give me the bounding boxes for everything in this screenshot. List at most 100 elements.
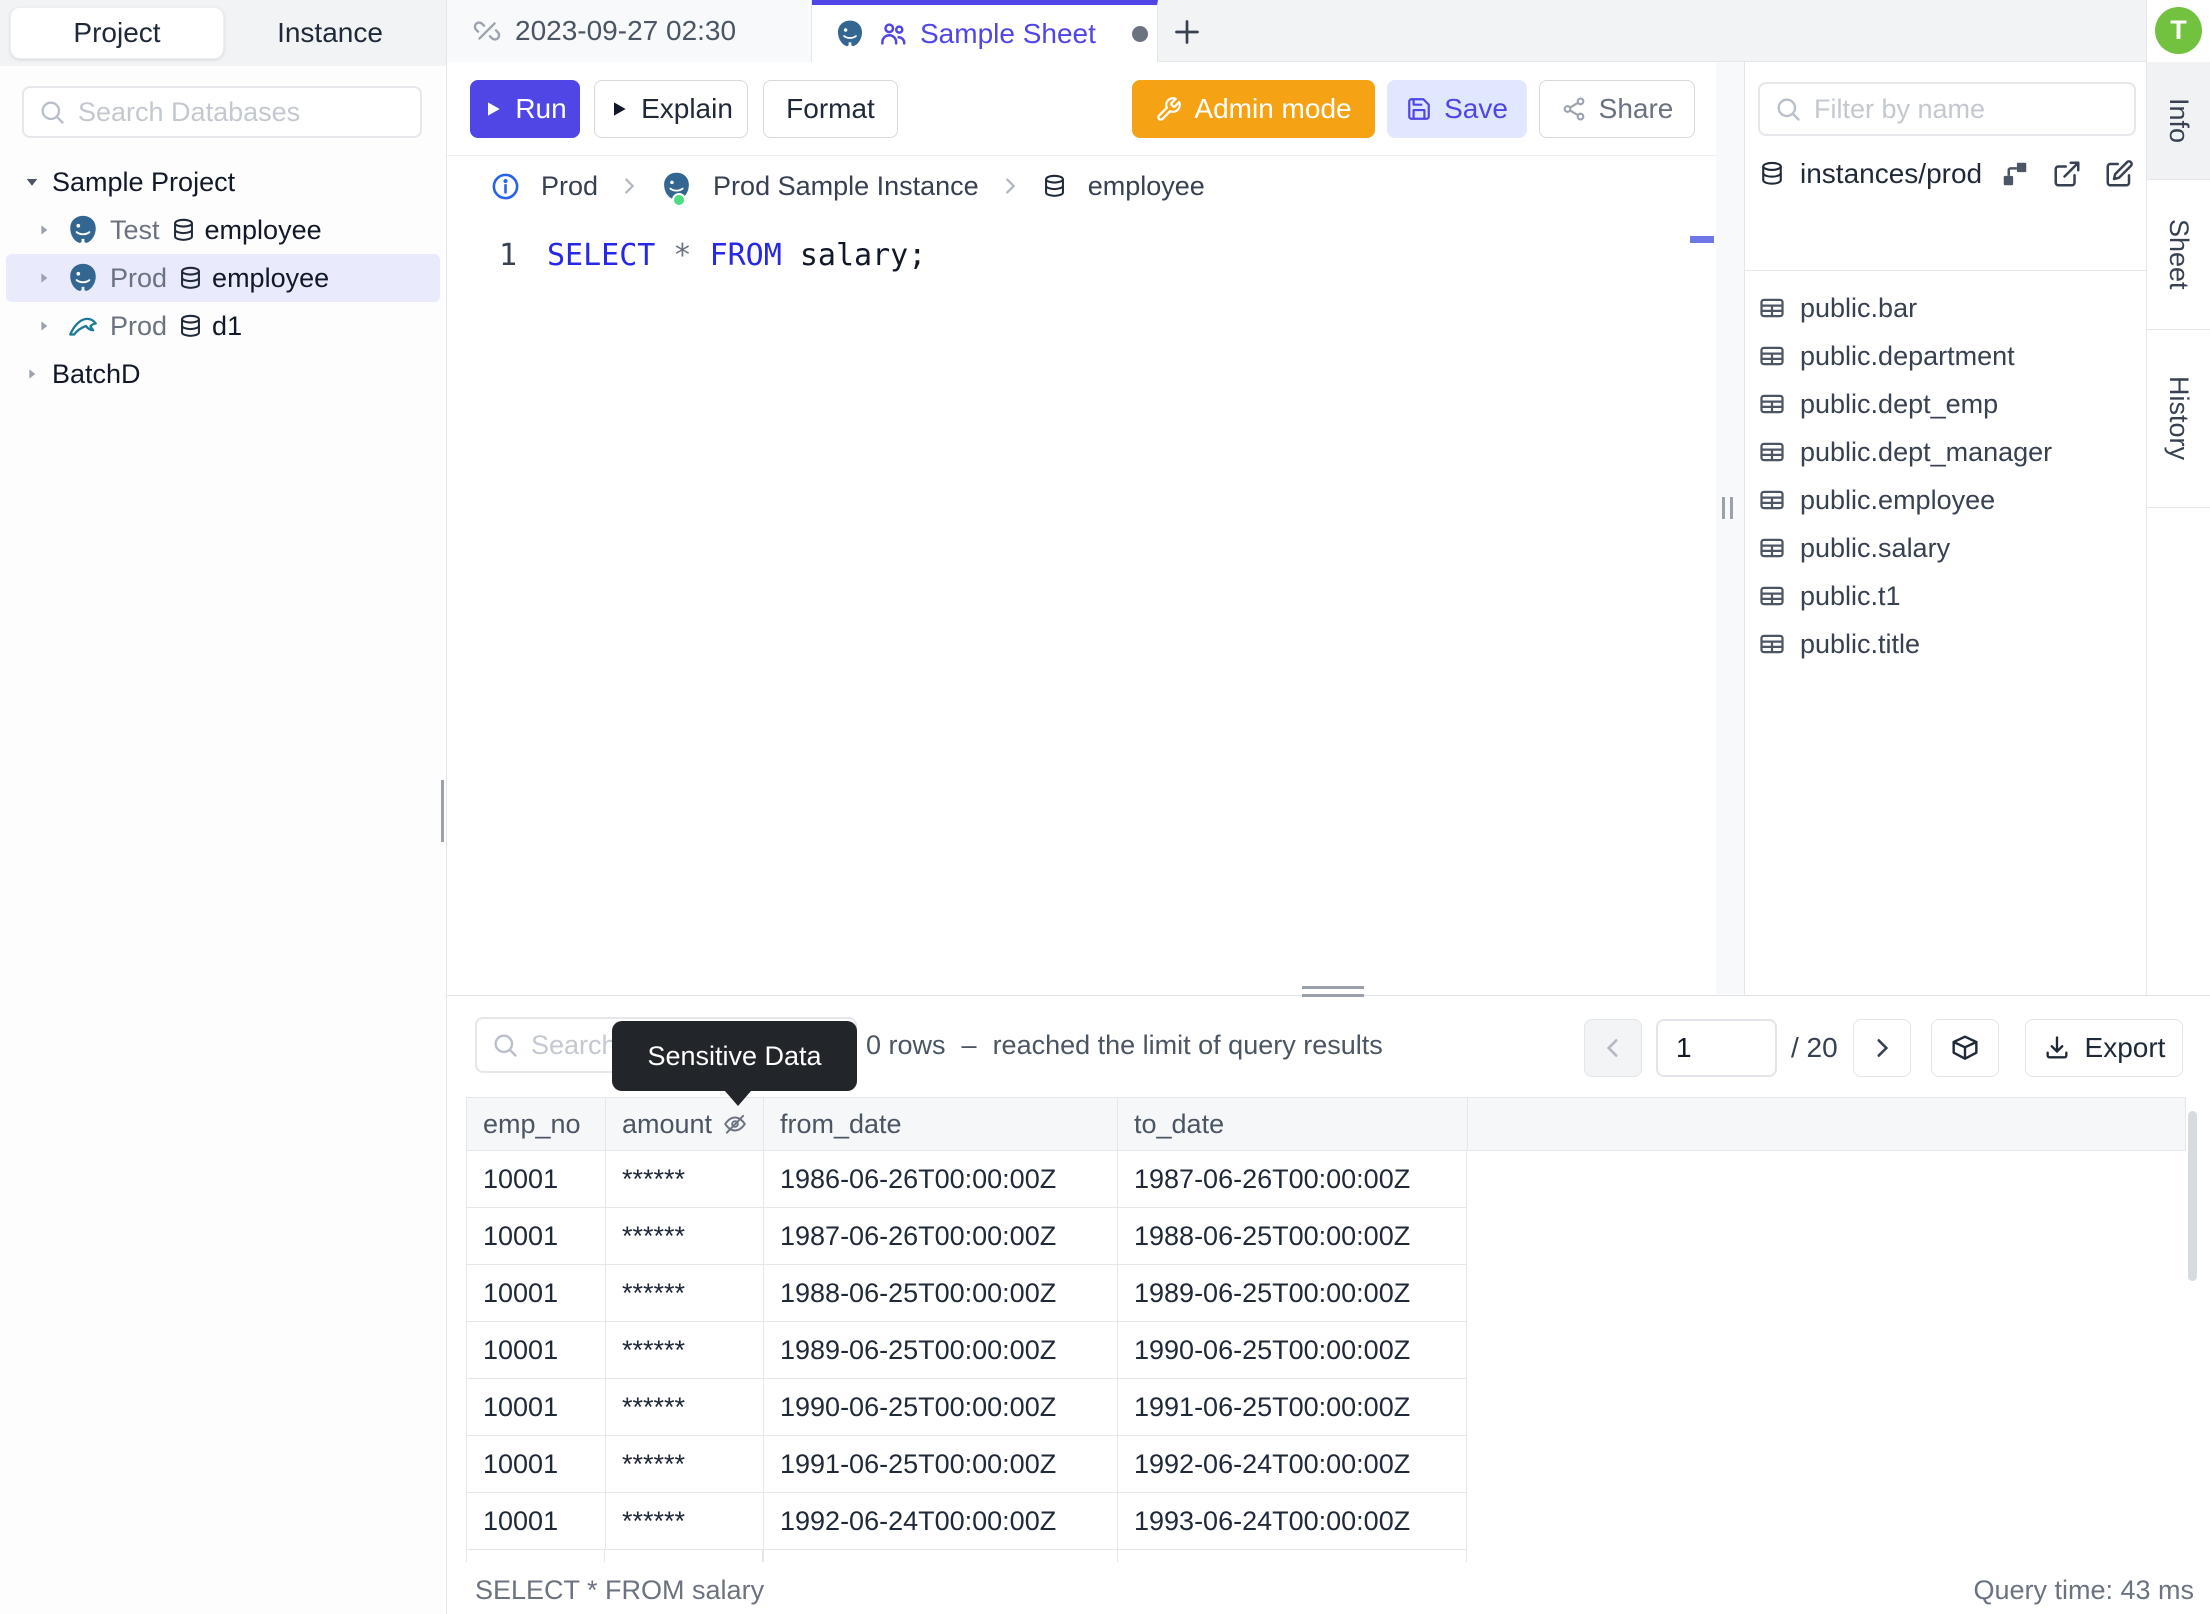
database-icon xyxy=(1041,173,1068,200)
chevron-right-icon xyxy=(999,175,1021,197)
grid-row[interactable]: 10001 ****** 1988-06-25T00:00:00Z 1989-0… xyxy=(466,1265,2186,1322)
table-name: public.department xyxy=(1800,340,2015,371)
sheet-tabbar: 2023-09-27 02:30 Sample Sheet xyxy=(447,0,2146,63)
tree-item-batchd[interactable]: BatchD xyxy=(6,350,440,398)
database-icon xyxy=(1758,160,1786,188)
explain-label: Explain xyxy=(641,93,733,124)
grid-row[interactable]: 10001 ****** 1991-06-25T00:00:00Z 1992-0… xyxy=(466,1436,2186,1493)
edit-icon[interactable] xyxy=(2104,159,2134,189)
tab-label: Sample Sheet xyxy=(920,18,1096,49)
export-button[interactable]: Export xyxy=(2025,1019,2183,1077)
grid-row[interactable]: 10001 ****** 1986-06-26T00:00:00Z 1987-0… xyxy=(466,1151,2186,1208)
search-icon xyxy=(491,1031,519,1059)
table-item-t1[interactable]: public.t1 xyxy=(1758,572,1901,620)
unlink-icon xyxy=(473,17,501,45)
prev-page-button[interactable] xyxy=(1584,1019,1642,1077)
masking-box-button[interactable] xyxy=(1931,1019,1999,1077)
table-icon xyxy=(1760,490,1784,510)
right-rail: T Info Sheet History xyxy=(2146,0,2210,995)
grid-row[interactable]: 10001 ****** 1990-06-25T00:00:00Z 1991-0… xyxy=(466,1379,2186,1436)
box-icon xyxy=(1952,1035,1978,1060)
schema-panel-resize-handle[interactable] xyxy=(1722,497,1733,519)
breadcrumb-instance[interactable]: Prod Sample Instance xyxy=(713,171,979,202)
eye-off-icon[interactable] xyxy=(722,1111,748,1137)
table-item-dept-manager[interactable]: public.dept_manager xyxy=(1758,428,2052,476)
breadcrumb-environment[interactable]: Prod xyxy=(541,171,598,202)
sql-identifier: salary; xyxy=(781,238,927,273)
grid-scrollbar-thumb[interactable] xyxy=(2188,1111,2197,1281)
cell-amount-masked: ****** xyxy=(605,1493,763,1550)
run-button[interactable]: Run xyxy=(470,80,580,138)
table-name: public.dept_manager xyxy=(1800,436,2053,467)
table-icon xyxy=(1760,586,1784,606)
admin-mode-button[interactable]: Admin mode xyxy=(1132,80,1375,138)
table-item-title[interactable]: public.title xyxy=(1758,620,1920,668)
download-icon xyxy=(2046,1036,2068,1059)
table-item-salary[interactable]: public.salary xyxy=(1758,524,1950,572)
database-label: employee xyxy=(212,262,330,293)
minimap-code-mark xyxy=(1690,236,1714,243)
grid-row[interactable]: 10001 ****** 1992-06-24T00:00:00Z 1993-0… xyxy=(466,1493,2186,1550)
grid-row[interactable]: 10001 ****** 1987-06-26T00:00:00Z 1988-0… xyxy=(466,1208,2186,1265)
left-sidebar: Project Instance Sample Project Test emp… xyxy=(0,0,447,1614)
editor-minimap[interactable] xyxy=(1690,216,1716,995)
schema-filter xyxy=(1758,82,2136,136)
next-page-button[interactable] xyxy=(1853,1019,1911,1077)
caret-right-icon[interactable] xyxy=(34,222,54,238)
project-label: BatchD xyxy=(52,358,141,389)
editor-toolbar: Run Explain Format Admin mode Save Share xyxy=(447,62,1716,156)
tab-sample-sheet[interactable]: Sample Sheet xyxy=(812,0,1158,63)
results-panel: Sensitive Data 0 rows – reached the limi… xyxy=(447,995,2210,1614)
database-icon xyxy=(170,217,197,244)
search-databases-input[interactable] xyxy=(78,96,406,128)
limit-message: reached the limit of query results xyxy=(992,1029,1383,1060)
caret-down-icon[interactable] xyxy=(22,173,42,191)
mysql-icon xyxy=(66,309,100,343)
result-grid: emp_no amount from_date to_date 10001 **… xyxy=(466,1097,2186,1562)
database-search xyxy=(22,86,422,138)
info-icon[interactable] xyxy=(490,171,521,202)
rail-tab-info[interactable]: Info xyxy=(2147,62,2210,180)
tab-unsaved-sheet[interactable]: 2023-09-27 02:30 xyxy=(447,0,812,62)
tree-item-prod-employee[interactable]: Prod employee xyxy=(6,254,440,302)
tab-project[interactable]: Project xyxy=(10,7,224,59)
column-header-from-date: from_date xyxy=(763,1097,1117,1151)
table-item-dept-emp[interactable]: public.dept_emp xyxy=(1758,380,1998,428)
share-button[interactable]: Share xyxy=(1539,80,1695,138)
editor-schema-divider[interactable] xyxy=(1716,62,1744,995)
sql-keyword: FROM xyxy=(709,238,782,273)
save-button[interactable]: Save xyxy=(1387,80,1527,138)
table-item-employee[interactable]: public.employee xyxy=(1758,476,1995,524)
table-item-department[interactable]: public.department xyxy=(1758,332,2015,380)
search-icon xyxy=(1774,95,1802,123)
schema-diagram-icon[interactable] xyxy=(2000,159,2030,189)
rail-tab-history[interactable]: History xyxy=(2147,330,2210,508)
grid-row[interactable]: 10001 ****** 1989-06-25T00:00:00Z 1990-0… xyxy=(466,1322,2186,1379)
results-resize-handle[interactable] xyxy=(1302,986,1364,997)
explain-button[interactable]: Explain xyxy=(594,80,748,138)
table-item-bar[interactable]: public.bar xyxy=(1758,284,1917,332)
tree-item-prod-d1[interactable]: Prod d1 xyxy=(6,302,440,350)
avatar[interactable]: T xyxy=(2155,7,2202,54)
page-number-input[interactable] xyxy=(1656,1019,1777,1077)
tree-item-test-employee[interactable]: Test employee xyxy=(6,206,440,254)
sql-editor[interactable]: 1 SELECT * FROM salary; xyxy=(447,216,1716,995)
schema-source-row: instances/prod xyxy=(1758,158,2134,190)
breadcrumb-database[interactable]: employee xyxy=(1088,171,1205,202)
rail-tab-sheet[interactable]: Sheet xyxy=(2147,180,2210,330)
tab-instance[interactable]: Instance xyxy=(224,7,436,59)
admin-mode-label: Admin mode xyxy=(1194,93,1352,124)
code-line[interactable]: SELECT * FROM salary; xyxy=(547,238,926,273)
table-icon xyxy=(1760,442,1784,462)
cell-amount-masked: ****** xyxy=(605,1151,763,1208)
new-tab-button[interactable] xyxy=(1169,14,1205,50)
caret-right-icon[interactable] xyxy=(22,366,42,382)
external-link-icon[interactable] xyxy=(2052,159,2082,189)
database-label: d1 xyxy=(212,310,243,341)
caret-right-icon[interactable] xyxy=(34,318,54,334)
table-name: public.employee xyxy=(1800,484,1996,515)
caret-right-icon[interactable] xyxy=(34,270,54,286)
tree-item-sample-project[interactable]: Sample Project xyxy=(6,158,440,206)
format-button[interactable]: Format xyxy=(763,80,898,138)
filter-by-name-input[interactable] xyxy=(1814,93,2120,125)
